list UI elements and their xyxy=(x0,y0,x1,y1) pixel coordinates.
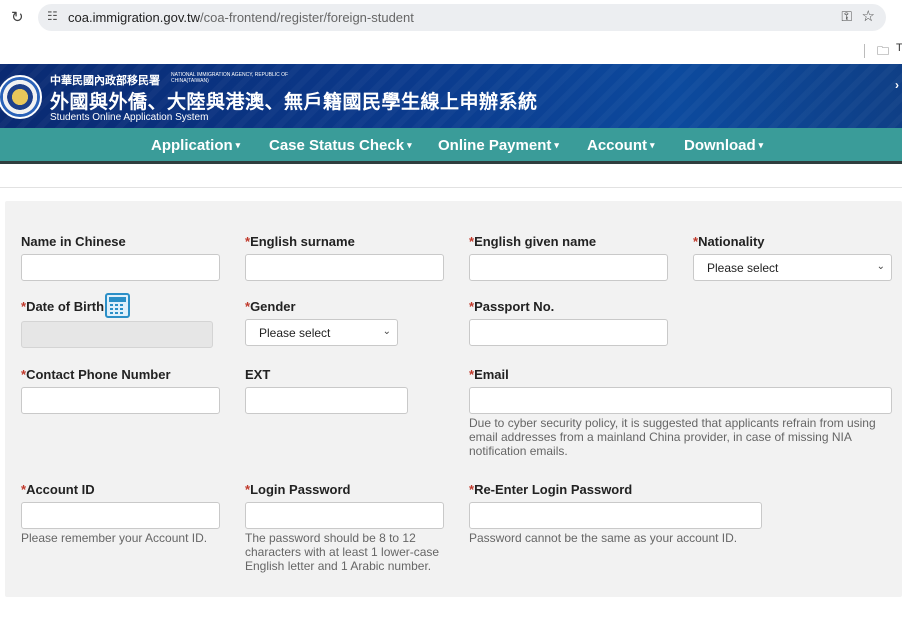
nav-online-payment[interactable]: Online Payment ▾ xyxy=(438,137,559,154)
english-surname-label: *English surname xyxy=(245,234,355,249)
name-chinese-label: Name in Chinese xyxy=(21,234,126,249)
bookmarks-bar: 🗀 T xyxy=(0,36,902,64)
reenter-password-help-text: Password cannot be the same as your acco… xyxy=(469,531,738,545)
label-text: Gender xyxy=(250,299,296,314)
passport-no-input[interactable] xyxy=(469,319,668,346)
label-text: English surname xyxy=(250,234,355,249)
ext-label: EXT xyxy=(245,367,271,382)
nav-label: Online Payment xyxy=(438,137,552,154)
nav-case-status-check[interactable]: Case Status Check ▾ xyxy=(269,137,412,154)
email-help-text: Due to cyber security policy, it is sugg… xyxy=(469,416,876,458)
url-text[interactable]: coa.immigration.gov.tw/coa-frontend/regi… xyxy=(68,10,414,25)
account-id-input[interactable] xyxy=(21,502,220,529)
email-label: *Email xyxy=(469,367,509,382)
folder-icon[interactable]: 🗀 xyxy=(877,42,889,63)
page-divider xyxy=(0,187,902,188)
chevron-down-icon: ⌄ xyxy=(876,261,885,272)
contact-phone-label: *Contact Phone Number xyxy=(21,367,171,382)
gender-label: *Gender xyxy=(245,299,296,314)
label-text: Contact Phone Number xyxy=(26,367,171,382)
english-surname-input[interactable] xyxy=(245,254,444,281)
account-id-help-text: Please remember your Account ID. xyxy=(21,531,208,545)
password-key-icon[interactable]: ⚿ xyxy=(841,8,852,25)
nav-label: Case Status Check xyxy=(269,137,405,154)
reload-icon[interactable]: ↻ xyxy=(11,8,24,26)
label-text: Login Password xyxy=(250,482,351,497)
english-given-name-input[interactable] xyxy=(469,254,668,281)
nationality-label: *Nationality xyxy=(693,234,765,249)
agency-name-chinese: 中華民國內政部移民署 xyxy=(50,75,160,87)
reenter-password-label: *Re-Enter Login Password xyxy=(469,482,632,497)
reenter-password-input[interactable] xyxy=(469,502,762,529)
gender-selected: Please select xyxy=(259,326,331,340)
passport-no-label: *Passport No. xyxy=(469,299,554,314)
login-password-help-text: The password should be 8 to 12 character… xyxy=(245,531,440,573)
header-arrow-icon[interactable]: › xyxy=(895,78,899,92)
login-password-input[interactable] xyxy=(245,502,444,529)
date-of-birth-input[interactable] xyxy=(21,321,213,348)
main-nav: Application ▾ Case Status Check ▾ Online P… xyxy=(0,128,902,164)
nav-download[interactable]: Download ▾ xyxy=(684,137,763,154)
nav-application[interactable]: Application ▾ xyxy=(151,137,240,154)
caret-down-icon: ▾ xyxy=(650,140,655,150)
caret-down-icon: ▾ xyxy=(235,140,241,150)
nav-label: Download xyxy=(684,137,756,154)
caret-down-icon: ▾ xyxy=(407,140,412,150)
caret-down-icon: ▾ xyxy=(758,140,764,150)
site-settings-icon[interactable]: ☷ xyxy=(47,9,58,23)
login-password-label: *Login Password xyxy=(245,482,350,497)
system-title-chinese: 外國與外僑、大陸與港澳、無戶籍國民學生線上申辦系統 xyxy=(50,92,538,113)
site-header: 中華民國內政部移民署 NATIONAL IMMIGRATION AGENCY, … xyxy=(0,64,902,128)
label-text: Passport No. xyxy=(474,299,555,314)
label-text: Nationality xyxy=(698,234,765,249)
address-bar[interactable]: ☷ coa.immigration.gov.tw/coa-frontend/re… xyxy=(38,4,886,31)
bookmark-star-icon[interactable]: ☆ xyxy=(862,7,875,25)
nav-account[interactable]: Account ▾ xyxy=(587,137,655,154)
url-domain: coa.immigration.gov.tw xyxy=(68,10,200,25)
gender-select[interactable]: Please select ⌄ xyxy=(245,319,398,346)
calendar-icon[interactable] xyxy=(105,293,130,318)
agency-name-english: NATIONAL IMMIGRATION AGENCY, REPUBLIC OF… xyxy=(171,72,289,84)
bookmark-folder-label[interactable]: T xyxy=(896,42,902,54)
english-given-name-label: *English given name xyxy=(469,234,596,249)
nationality-select[interactable]: Please select ⌄ xyxy=(693,254,892,281)
date-of-birth-label: *Date of Birth xyxy=(21,299,104,314)
account-id-label: *Account ID xyxy=(21,482,95,497)
nationality-selected: Please select xyxy=(707,261,779,275)
nav-label: Application xyxy=(151,137,233,154)
label-text: English given name xyxy=(474,234,597,249)
label-text: Account ID xyxy=(26,482,95,497)
ext-input[interactable] xyxy=(245,387,408,414)
chevron-down-icon: ⌄ xyxy=(382,326,391,337)
email-input[interactable] xyxy=(469,387,892,414)
label-text: Date of Birth xyxy=(26,299,105,314)
bookmarks-divider xyxy=(864,44,865,58)
calendar-grid xyxy=(110,304,125,314)
name-chinese-input[interactable] xyxy=(21,254,220,281)
agency-emblem-icon[interactable] xyxy=(0,75,42,119)
system-title-english: Students Online Application System xyxy=(50,112,209,123)
caret-down-icon: ▾ xyxy=(554,140,559,150)
nav-label: Account xyxy=(587,137,647,154)
label-text: Re-Enter Login Password xyxy=(474,482,633,497)
contact-phone-input[interactable] xyxy=(21,387,220,414)
label-text: Email xyxy=(474,367,509,382)
url-path: /coa-frontend/register/foreign-student xyxy=(199,10,414,25)
browser-toolbar: ↻ ☷ coa.immigration.gov.tw/coa-frontend/… xyxy=(0,0,902,36)
